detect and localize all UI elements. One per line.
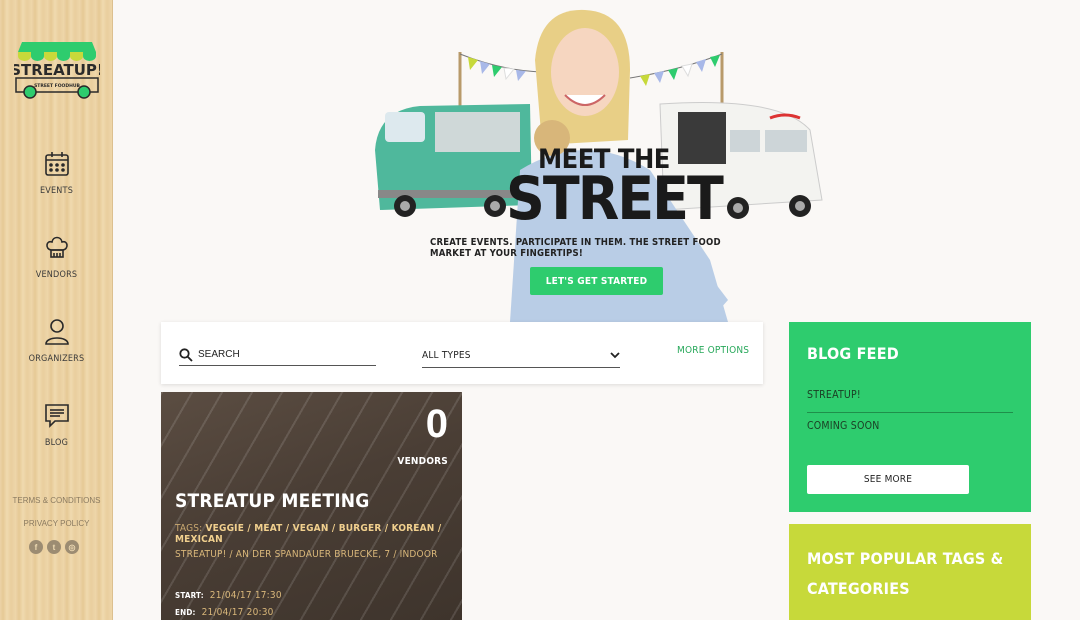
privacy-link[interactable]: PRIVACY POLICY <box>0 519 113 528</box>
type-select-value: ALL TYPES <box>422 350 471 361</box>
search-panel: ALL TYPES MORE OPTIONS <box>161 322 763 384</box>
terms-link[interactable]: TERMS & CONDITIONS <box>0 496 113 505</box>
vendor-count: 0 <box>425 402 448 446</box>
event-end: END: 21/04/17 20:30 <box>175 607 274 618</box>
twitter-icon[interactable]: t <box>47 540 61 554</box>
facebook-icon[interactable]: f <box>29 540 43 554</box>
instagram-icon[interactable]: ◎ <box>65 540 79 554</box>
get-started-button[interactable]: LET'S GET STARTED <box>530 267 663 295</box>
event-title: STREATUP MEETING <box>175 490 370 512</box>
search-icon <box>179 347 193 362</box>
event-end-value: 21/04/17 20:30 <box>201 607 274 618</box>
person-icon <box>44 319 69 345</box>
hero-tagline: CREATE EVENTS. PARTICIPATE IN THEM. THE … <box>430 237 721 259</box>
popular-tags-panel: MOST POPULAR TAGS & CATEGORIES <box>789 524 1031 620</box>
event-tags: TAGS: VEGGIE / MEAT / VEGAN / BURGER / K… <box>175 523 462 545</box>
event-end-label: END: <box>175 608 196 617</box>
logo-text: STREATUP! <box>14 61 100 79</box>
blog-divider <box>807 412 1013 413</box>
sidebar-item-blog[interactable]: BLOG <box>0 402 113 448</box>
type-select[interactable]: ALL TYPES <box>422 344 620 368</box>
blog-item[interactable]: COMING SOON <box>807 420 1013 432</box>
chef-hat-icon <box>45 236 68 258</box>
streatup-logo[interactable]: STREATUP! STREET FOODHUB <box>14 28 100 100</box>
search-input[interactable] <box>198 349 368 360</box>
logo-subtext: STREET FOODHUB <box>34 83 80 89</box>
sidebar: STREATUP! STREET FOODHUB EVENTS VENDORS … <box>0 0 113 620</box>
event-tags-value: VEGGIE / MEAT / VEGAN / BURGER / KOREAN … <box>175 523 442 545</box>
blog-item[interactable]: STREATUP! <box>807 389 1013 401</box>
event-tags-label: TAGS: <box>175 523 203 534</box>
sidebar-item-organizers[interactable]: ORGANIZERS <box>0 318 113 364</box>
sidebar-item-vendors[interactable]: VENDORS <box>0 234 113 280</box>
event-location: STREATUP! / AN DER SPANDAUER BRUECKE, 7 … <box>175 549 438 560</box>
hero-title-line2: STREET <box>506 164 724 234</box>
calendar-icon <box>44 152 69 176</box>
sidebar-item-label: EVENTS <box>39 186 74 196</box>
sidebar-item-label: BLOG <box>44 438 69 448</box>
sidebar-item-label: ORGANIZERS <box>28 354 85 364</box>
blog-feed-title: BLOG FEED <box>807 344 899 363</box>
sidebar-item-label: VENDORS <box>35 270 78 280</box>
event-start: START: 21/04/17 17:30 <box>175 590 282 601</box>
chevron-down-icon <box>610 352 620 359</box>
sidebar-item-events[interactable]: EVENTS <box>0 150 113 196</box>
more-options-link[interactable]: MORE OPTIONS <box>677 345 749 356</box>
vendor-count-label: VENDORS <box>397 456 448 467</box>
see-more-button[interactable]: SEE MORE <box>807 465 969 494</box>
popular-tags-title: MOST POPULAR TAGS & CATEGORIES <box>807 549 1004 598</box>
event-start-value: 21/04/17 17:30 <box>209 590 282 601</box>
chat-icon <box>44 404 69 428</box>
search-field <box>179 344 376 366</box>
blog-feed-panel: BLOG FEED STREATUP! COMING SOON SEE MORE <box>789 322 1031 512</box>
event-card[interactable]: 0 VENDORS STREATUP MEETING TAGS: VEGGIE … <box>161 392 462 620</box>
social-links: f t ◎ <box>29 540 79 554</box>
event-start-label: START: <box>175 591 204 600</box>
